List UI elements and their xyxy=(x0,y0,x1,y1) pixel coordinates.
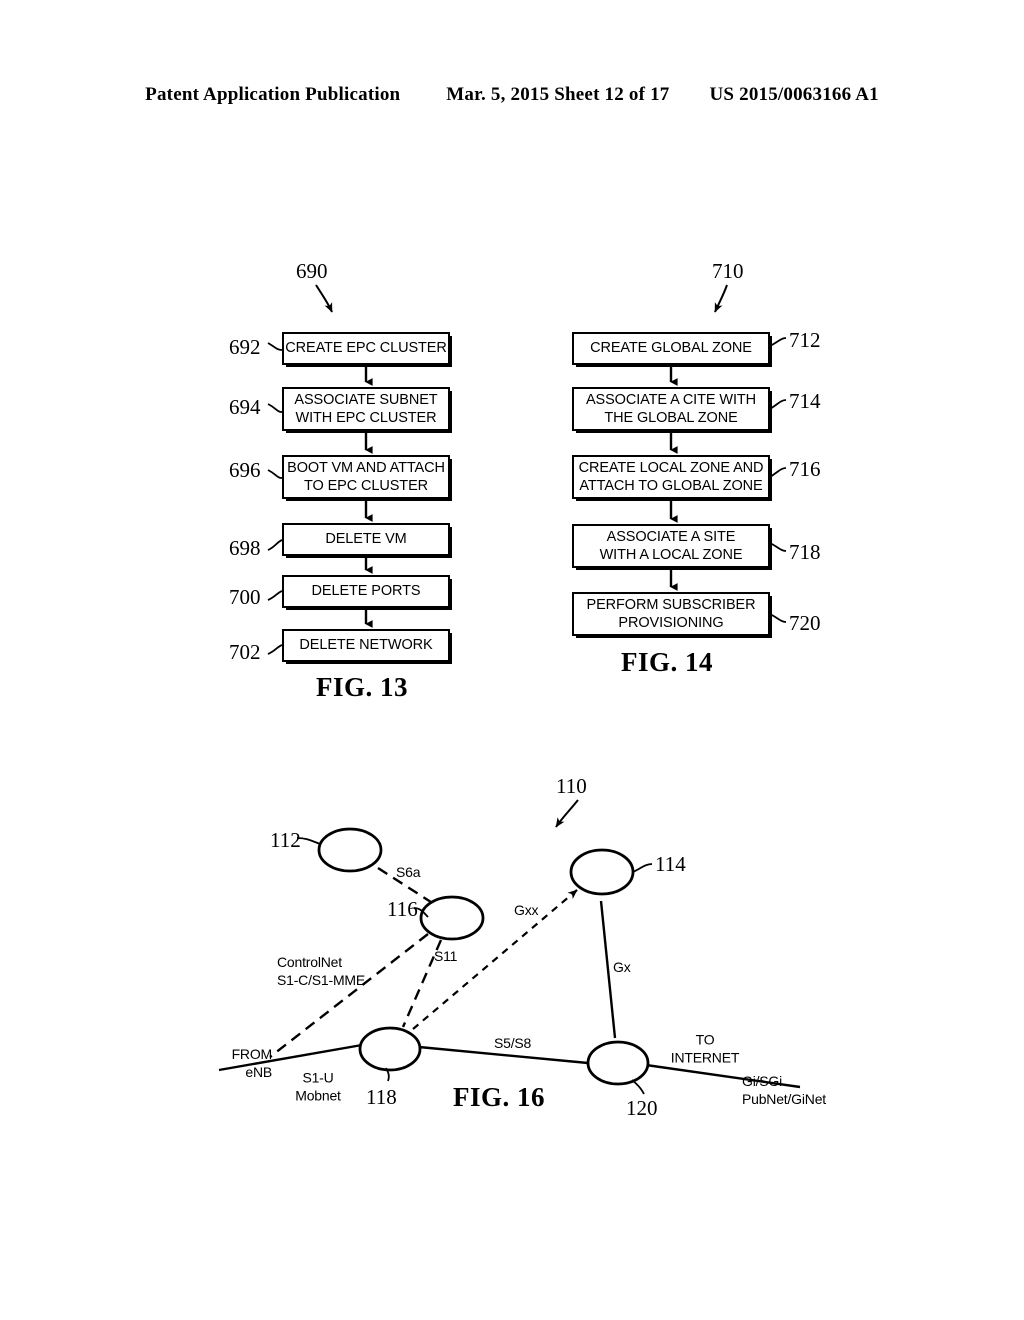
fig13-flow-reference-690: 690 xyxy=(296,259,328,283)
fig14-leader-718 xyxy=(769,542,787,552)
fig13-step-ref-702: 702 xyxy=(229,640,261,664)
figure-line-overlay xyxy=(218,284,801,1095)
fig14-leader-714 xyxy=(769,399,787,410)
fig13-leader-696 xyxy=(267,469,283,479)
fig14-step-ref-712: 712 xyxy=(789,328,821,352)
fig16-caption: FIG. 16 xyxy=(453,1082,546,1112)
fig16-edge-label-controlnet-line2: S1-C/S1-MME xyxy=(277,971,366,988)
fig16-edge-label-s5s8: S5/S8 xyxy=(494,1035,532,1051)
fig13-step-ref-694: 694 xyxy=(229,395,261,419)
fig16-node-ref-118: 118 xyxy=(366,1085,397,1109)
fig16-node-ref-116: 116 xyxy=(387,897,418,921)
fig14-step-ref-720: 720 xyxy=(789,611,821,635)
fig16-edge-label-s1u-line1: S1-U xyxy=(302,1069,334,1086)
fig16-edge-label-controlnet: ControlNet S1-C/S1-MME xyxy=(277,954,365,989)
fig16-edge-mme-enb xyxy=(269,933,429,1058)
fig16-edge-label-gisgi-line2: PubNet/GiNet xyxy=(742,1090,826,1107)
fig13-step-box-698: DELETE VM xyxy=(282,523,450,556)
fig16-leader-114 xyxy=(632,863,653,873)
fig13-step-box-702: DELETE NETWORK xyxy=(282,629,450,662)
fig14-flow-reference-710: 710 xyxy=(712,259,744,283)
fig16-edge-label-gxx: Gxx xyxy=(514,902,539,918)
fig16-node-ref-114: 114 xyxy=(655,852,686,876)
fig13-step-text-698: DELETE VM xyxy=(325,531,407,548)
header-patent-number: US 2015/0063166 A1 xyxy=(709,84,879,105)
fig14-step-box-716: CREATE LOCAL ZONE AND ATTACH TO GLOBAL ZO… xyxy=(572,455,770,499)
fig16-node-ref-112: 112 xyxy=(270,828,301,852)
fig14-step-ref-714: 714 xyxy=(789,389,821,413)
fig16-node-label-sgw: SGW xyxy=(372,1040,408,1058)
fig14-caption: FIG. 14 xyxy=(621,647,714,677)
fig13-step-ref-698: 698 xyxy=(229,536,261,560)
fig13-step-ref-696: 696 xyxy=(229,458,261,482)
fig13-step-box-696: BOOT VM AND ATTACH TO EPC CLUSTER xyxy=(282,455,450,499)
fig16-node-label-pcrf: PCRF xyxy=(581,863,623,881)
fig14-step-box-712: CREATE GLOBAL ZONE xyxy=(572,332,770,365)
fig14-leader-716 xyxy=(769,467,787,478)
fig16-label-to-internet-line2: INTERNET xyxy=(670,1049,740,1065)
fig13-step-text-692: CREATE EPC CLUSTER xyxy=(285,340,447,357)
fig14-leader-712 xyxy=(769,337,787,347)
fig13-step-box-694: ASSOCIATE SUBNET WITH EPC CLUSTER xyxy=(282,387,450,431)
fig16-diagram-reference-110: 110 xyxy=(556,774,587,798)
fig14-step-ref-718: 718 xyxy=(789,540,821,564)
fig13-leader-702 xyxy=(267,644,283,655)
fig14-step-box-720: PERFORM SUBSCRIBER PROVISIONING xyxy=(572,592,770,636)
page-header: Patent Application Publication Mar. 5, 2… xyxy=(0,84,1024,106)
fig14-flow-arrow xyxy=(714,284,728,313)
fig14-leader-720 xyxy=(769,613,787,623)
fig16-leader-120 xyxy=(631,1079,645,1095)
fig14-step-text-718: ASSOCIATE A SITE WITH A LOCAL ZONE xyxy=(599,528,743,563)
fig13-step-ref-692: 692 xyxy=(229,335,261,359)
fig13-step-box-692: CREATE EPC CLUSTER xyxy=(282,332,450,365)
fig16-node-label-hss: HSS xyxy=(334,842,366,860)
fig16-node-label-pgw: PGW xyxy=(600,1055,636,1073)
fig13-step-box-700: DELETE PORTS xyxy=(282,575,450,608)
fig14-step-text-712: CREATE GLOBAL ZONE xyxy=(590,340,752,357)
fig13-leader-698 xyxy=(267,539,283,551)
fig16-label-from-enb: FROM eNB xyxy=(210,1046,273,1081)
fig16-label-to-internet: TO INTERNET xyxy=(657,1032,753,1067)
fig16-edge-label-s1u-line2: Mobnet xyxy=(295,1087,341,1103)
fig13-step-text-694: ASSOCIATE SUBNET WITH EPC CLUSTER xyxy=(294,391,438,426)
fig13-leader-692 xyxy=(267,342,283,351)
fig16-label-from-enb-line1: FROM xyxy=(231,1046,273,1062)
header-publication-title: Patent Application Publication xyxy=(145,84,401,105)
fig16-node-ref-120: 120 xyxy=(626,1096,658,1120)
fig16-edge-label-controlnet-line1: ControlNet xyxy=(277,954,342,970)
fig14-step-text-714: ASSOCIATE A CITE WITH THE GLOBAL ZONE xyxy=(585,391,757,426)
fig14-step-box-714: ASSOCIATE A CITE WITH THE GLOBAL ZONE xyxy=(572,387,770,431)
fig16-edge-label-s11: S11 xyxy=(434,948,458,964)
fig16-edge-label-s6a: S6a xyxy=(396,864,421,880)
fig13-flow-arrow xyxy=(315,284,333,313)
fig14-step-ref-716: 716 xyxy=(789,457,821,481)
fig16-label-to-internet-line1: TO xyxy=(695,1031,715,1048)
fig13-leader-700 xyxy=(267,590,283,601)
fig14-step-text-716: CREATE LOCAL ZONE AND ATTACH TO GLOBAL ZO… xyxy=(578,459,764,494)
fig13-caption: FIG. 13 xyxy=(316,672,409,702)
fig13-step-text-702: DELETE NETWORK xyxy=(299,637,433,654)
fig13-step-ref-700: 700 xyxy=(229,585,261,609)
header-date-sheet: Mar. 5, 2015 Sheet 12 of 17 xyxy=(446,84,670,105)
fig16-label-from-enb-line2: eNB xyxy=(245,1063,272,1080)
fig16-edge-label-gx: Gx xyxy=(613,959,631,975)
fig14-step-box-718: ASSOCIATE A SITE WITH A LOCAL ZONE xyxy=(572,524,770,568)
fig13-leader-694 xyxy=(267,403,283,413)
fig16-leader-118 xyxy=(385,1067,390,1082)
fig16-node-label-mme: MME xyxy=(434,909,470,927)
fig14-step-text-720: PERFORM SUBSCRIBER PROVISIONING xyxy=(586,596,756,631)
fig16-edge-label-gisgi-line1: Gi/SGi xyxy=(742,1073,783,1089)
fig13-step-text-696: BOOT VM AND ATTACH TO EPC CLUSTER xyxy=(287,459,445,494)
fig13-step-text-700: DELETE PORTS xyxy=(311,583,421,600)
fig16-edge-label-gisgi: Gi/SGi PubNet/GiNet xyxy=(742,1073,826,1108)
fig16-diagram-arrow xyxy=(555,799,579,828)
fig16-edge-label-s1u-mobnet: S1-U Mobnet xyxy=(278,1070,358,1105)
